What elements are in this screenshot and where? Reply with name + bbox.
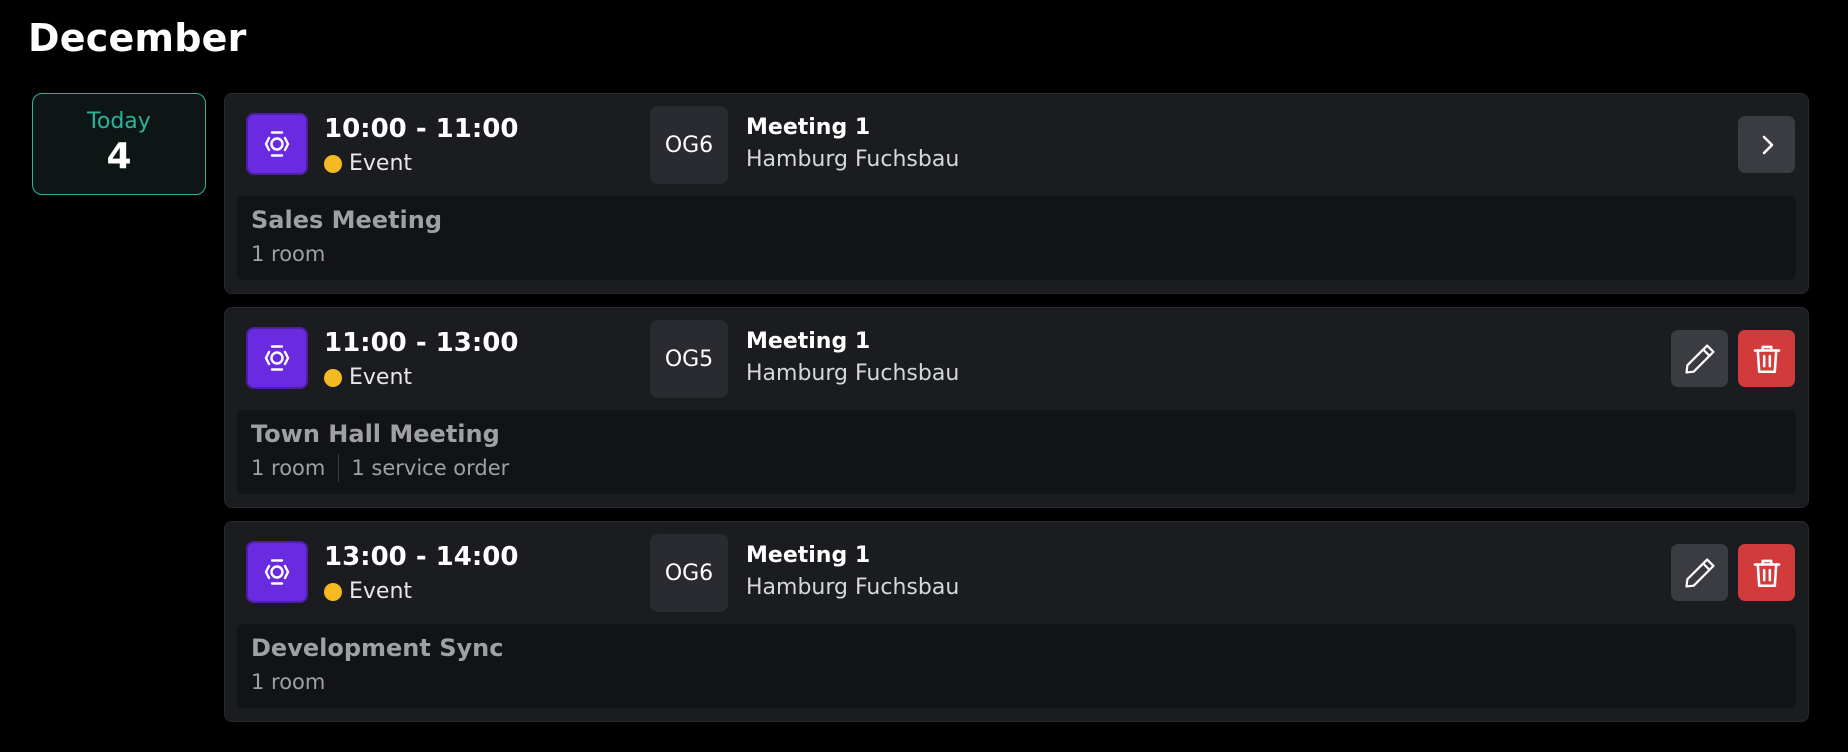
pencil-icon (1684, 343, 1715, 374)
event-meta: 1 room (251, 668, 325, 696)
event-details: Town Hall Meeting 1 room 1 service order (237, 410, 1796, 494)
event-time: 11:00 - 13:00 (324, 328, 519, 358)
event-details: Development Sync 1 room (237, 624, 1796, 708)
event-title: Sales Meeting (251, 206, 443, 234)
event-meta: 1 room (251, 240, 325, 268)
event-kind-label: Event (349, 365, 413, 390)
room-count: 1 room (251, 670, 326, 694)
event-title: Development Sync (251, 634, 504, 662)
delete-event-button[interactable] (1738, 330, 1795, 387)
chevron-right-icon (1762, 135, 1773, 154)
event-type-icon (246, 327, 308, 389)
event-time: 13:00 - 14:00 (324, 542, 519, 572)
room-code-badge: OG6 (650, 534, 728, 612)
event-card[interactable]: 10:00 - 11:00 Event OG6 Meeting 1 Hambur… (224, 93, 1809, 294)
room-count: 1 room (251, 456, 326, 480)
month-title: December (28, 16, 247, 60)
meta-divider (338, 454, 340, 482)
event-time: 10:00 - 11:00 (324, 114, 519, 144)
event-list: 10:00 - 11:00 Event OG6 Meeting 1 Hambur… (224, 93, 1809, 735)
event-kind: Event (324, 578, 412, 606)
room-code-badge: OG6 (650, 106, 728, 184)
status-dot-icon (324, 583, 342, 601)
status-dot-icon (324, 155, 342, 173)
trash-icon (1753, 559, 1780, 587)
room-location: Hamburg Fuchsbau (746, 575, 960, 600)
room-location: Hamburg Fuchsbau (746, 147, 960, 172)
today-badge[interactable]: Today 4 (32, 93, 206, 195)
edit-event-button[interactable] (1671, 544, 1728, 601)
event-kind: Event (324, 150, 412, 178)
open-event-button[interactable] (1738, 116, 1795, 173)
event-kind-label: Event (349, 579, 413, 604)
day-label: Today (87, 109, 151, 134)
event-type-icon (246, 541, 308, 603)
day-number: 4 (106, 136, 132, 177)
room-name: Meeting 1 (746, 115, 871, 140)
pencil-icon (1684, 557, 1715, 588)
room-code-badge: OG5 (650, 320, 728, 398)
event-details: Sales Meeting 1 room (237, 196, 1796, 280)
edit-event-button[interactable] (1671, 330, 1728, 387)
room-location: Hamburg Fuchsbau (746, 361, 960, 386)
room-name: Meeting 1 (746, 329, 871, 354)
event-title: Town Hall Meeting (251, 420, 500, 448)
event-card[interactable]: 13:00 - 14:00 Event OG6 Meeting 1 Hambur… (224, 521, 1809, 722)
event-card[interactable]: 11:00 - 13:00 Event OG5 Meeting 1 Hambur… (224, 307, 1809, 508)
service-order-count: 1 service order (351, 456, 510, 480)
room-name: Meeting 1 (746, 543, 871, 568)
trash-icon (1753, 345, 1780, 373)
event-kind: Event (324, 364, 412, 392)
delete-event-button[interactable] (1738, 544, 1795, 601)
event-meta: 1 room 1 service order (251, 454, 509, 482)
room-count: 1 room (251, 242, 326, 266)
event-kind-label: Event (349, 151, 413, 176)
event-type-icon (246, 113, 308, 175)
calendar-page: December Today 4 10:00 - 11:00 Event OG6 (0, 0, 1848, 752)
status-dot-icon (324, 369, 342, 387)
